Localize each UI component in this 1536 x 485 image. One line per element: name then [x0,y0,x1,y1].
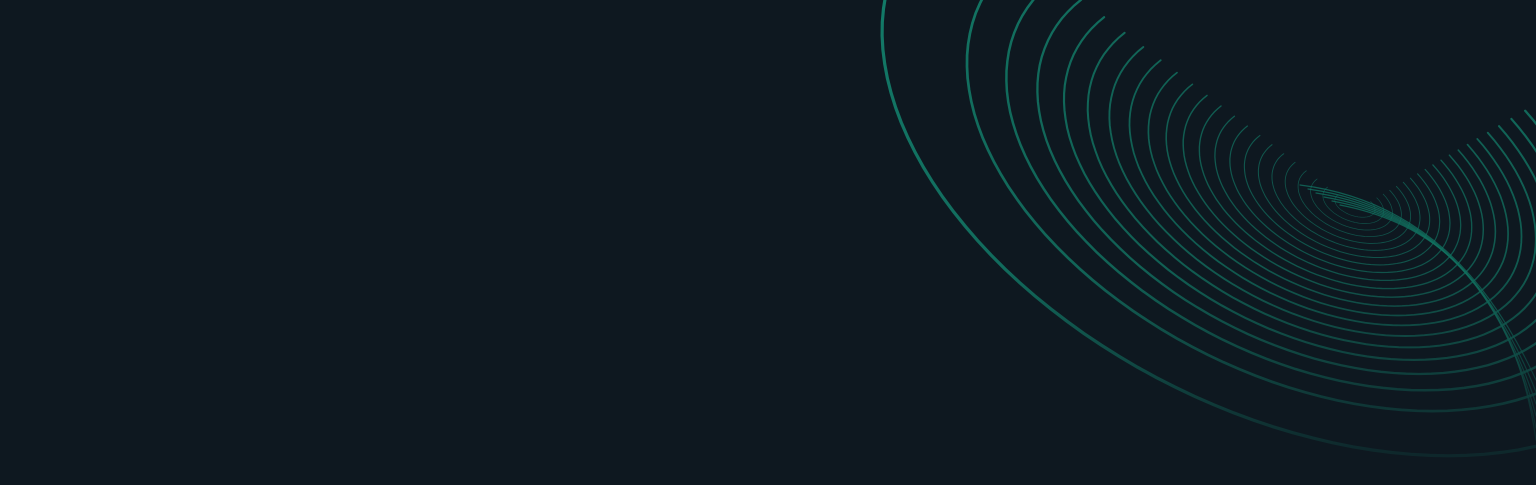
hero-banner-background [0,0,1536,485]
converging-line [1315,192,1536,405]
arc-line [965,0,1536,413]
converging-line [1331,200,1536,429]
arc-line [1062,16,1536,361]
arc-line [1229,125,1451,274]
arc-lines-group [880,0,1536,458]
arc-line [1005,0,1536,392]
arc-tunnel-decoration [880,0,1536,458]
arc-line [880,0,1536,458]
arc-line [1310,178,1393,231]
arc-line [1297,170,1402,238]
